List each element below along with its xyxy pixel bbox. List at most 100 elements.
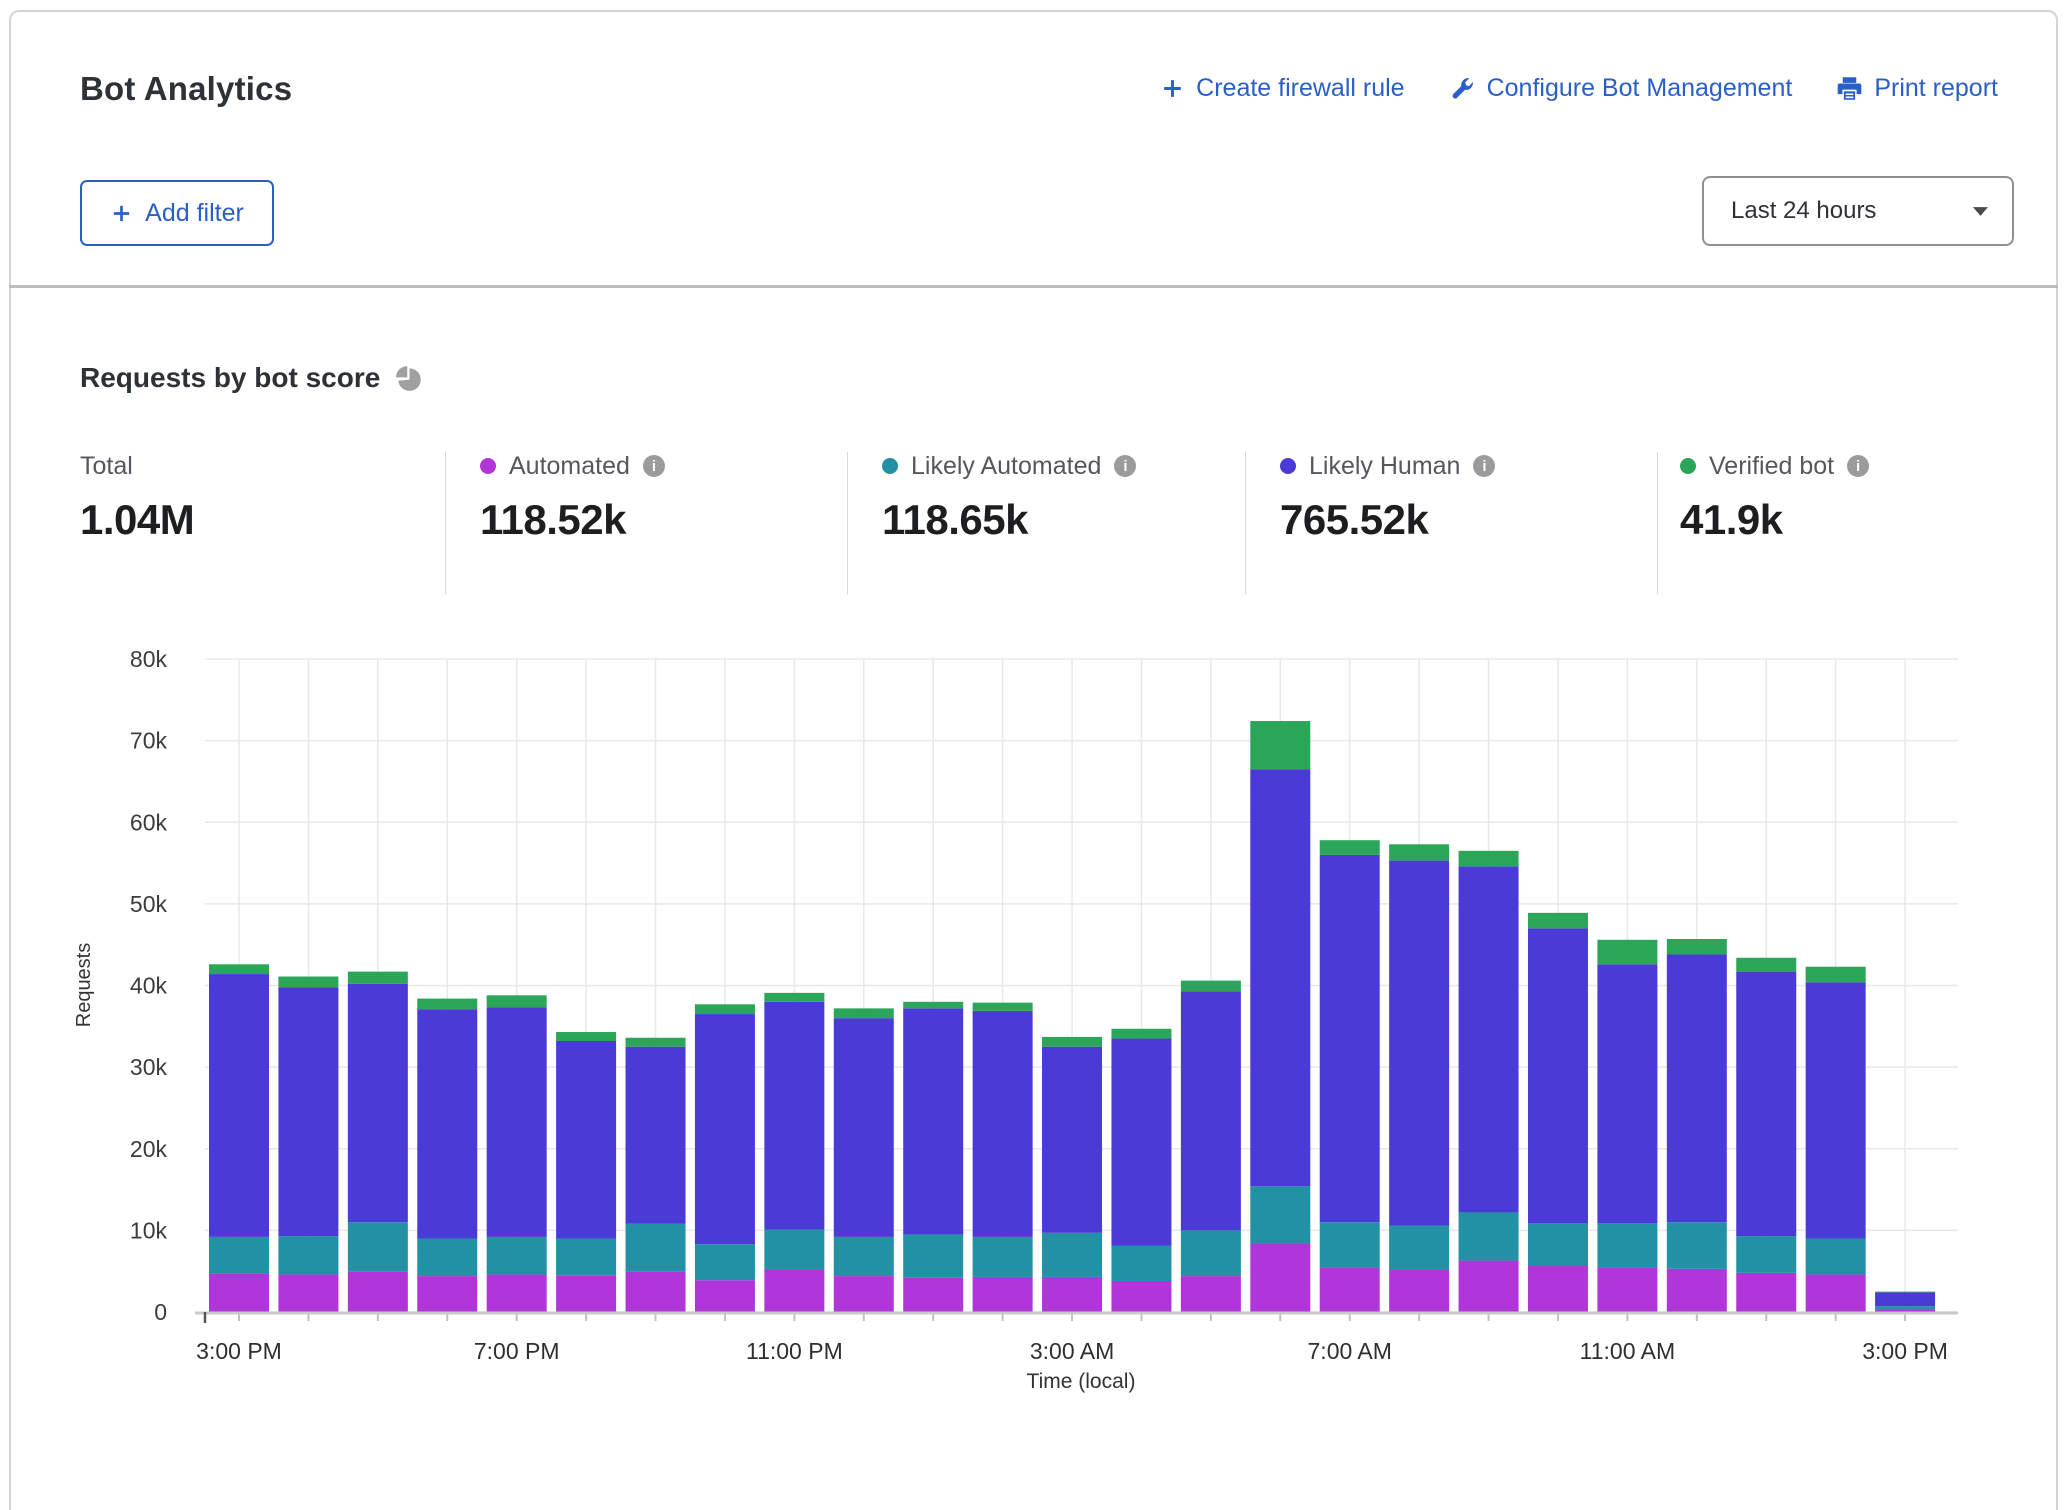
time-range-select[interactable]: Last 24 hours <box>1702 176 2014 246</box>
bar-segment-likely-human[interactable] <box>1875 1292 1935 1306</box>
bar-segment-automated[interactable] <box>417 1276 477 1312</box>
bar-segment-likely-human[interactable] <box>1459 866 1519 1212</box>
bar-segment-verified-bot[interactable] <box>764 993 824 1002</box>
bar-segment-likely-automated[interactable] <box>626 1224 686 1271</box>
bar-segment-likely-human[interactable] <box>1181 991 1241 1230</box>
bar-segment-likely-human[interactable] <box>973 1011 1033 1237</box>
info-icon[interactable]: i <box>643 455 665 477</box>
bar-segment-verified-bot[interactable] <box>348 972 408 984</box>
bar-segment-likely-human[interactable] <box>903 1008 963 1234</box>
bar-segment-verified-bot[interactable] <box>1042 1037 1102 1047</box>
bar-segment-automated[interactable] <box>1250 1243 1310 1312</box>
add-filter-button[interactable]: Add filter <box>80 180 274 246</box>
bar-segment-automated[interactable] <box>1667 1269 1727 1312</box>
bar-segment-likely-human[interactable] <box>1528 928 1588 1223</box>
bar-segment-likely-human[interactable] <box>626 1047 686 1224</box>
bar-segment-likely-automated[interactable] <box>764 1230 824 1270</box>
bar-segment-likely-automated[interactable] <box>695 1244 755 1280</box>
bar-segment-verified-bot[interactable] <box>903 1002 963 1009</box>
bar-segment-verified-bot[interactable] <box>1528 913 1588 929</box>
bar-segment-automated[interactable] <box>1320 1268 1380 1312</box>
bar-segment-verified-bot[interactable] <box>1250 721 1310 769</box>
bar-segment-automated[interactable] <box>1736 1273 1796 1312</box>
bar-segment-verified-bot[interactable] <box>1667 939 1727 955</box>
bar-segment-likely-human[interactable] <box>278 987 338 1236</box>
bar-segment-likely-automated[interactable] <box>556 1239 616 1276</box>
bar-segment-automated[interactable] <box>903 1278 963 1312</box>
bar-segment-verified-bot[interactable] <box>695 1004 755 1014</box>
bar-segment-likely-automated[interactable] <box>1181 1230 1241 1276</box>
bar-segment-likely-human[interactable] <box>1736 972 1796 1236</box>
bar-segment-likely-automated[interactable] <box>209 1237 269 1274</box>
bar-segment-likely-human[interactable] <box>764 1002 824 1230</box>
bar-segment-automated[interactable] <box>764 1270 824 1312</box>
bar-segment-automated[interactable] <box>1806 1274 1866 1312</box>
bar-segment-verified-bot[interactable] <box>487 995 547 1007</box>
bar-segment-automated[interactable] <box>556 1275 616 1312</box>
bar-segment-likely-automated[interactable] <box>1250 1186 1310 1243</box>
bar-segment-likely-automated[interactable] <box>1875 1306 1935 1309</box>
bar-segment-automated[interactable] <box>1597 1267 1657 1312</box>
bar-segment-likely-automated[interactable] <box>1528 1223 1588 1265</box>
info-icon[interactable]: i <box>1114 455 1136 477</box>
bar-segment-likely-automated[interactable] <box>1597 1223 1657 1267</box>
bar-segment-verified-bot[interactable] <box>1389 844 1449 860</box>
bar-segment-likely-human[interactable] <box>1320 855 1380 1222</box>
bar-segment-likely-automated[interactable] <box>1667 1222 1727 1269</box>
bar-segment-verified-bot[interactable] <box>1736 958 1796 972</box>
bar-segment-likely-human[interactable] <box>1250 769 1310 1186</box>
bar-segment-automated[interactable] <box>487 1274 547 1312</box>
bar-segment-likely-automated[interactable] <box>417 1239 477 1277</box>
bar-segment-likely-automated[interactable] <box>487 1237 547 1275</box>
bar-segment-automated[interactable] <box>695 1280 755 1312</box>
bar-segment-likely-automated[interactable] <box>348 1222 408 1271</box>
configure-bot-management-link[interactable]: Configure Bot Management <box>1449 74 1793 103</box>
bar-segment-likely-human[interactable] <box>834 1018 894 1237</box>
bar-segment-likely-automated[interactable] <box>278 1236 338 1274</box>
bar-segment-verified-bot[interactable] <box>1459 851 1519 867</box>
bar-segment-likely-automated[interactable] <box>1320 1222 1380 1268</box>
bar-segment-automated[interactable] <box>1389 1270 1449 1312</box>
bar-segment-likely-human[interactable] <box>556 1041 616 1239</box>
bar-segment-verified-bot[interactable] <box>834 1008 894 1018</box>
bar-segment-verified-bot[interactable] <box>1597 940 1657 964</box>
print-report-link[interactable]: Print report <box>1836 74 1998 103</box>
bar-segment-verified-bot[interactable] <box>973 1003 1033 1011</box>
bar-segment-likely-automated[interactable] <box>1111 1246 1171 1281</box>
bar-segment-automated[interactable] <box>834 1276 894 1312</box>
bar-segment-likely-human[interactable] <box>1389 861 1449 1226</box>
bar-segment-automated[interactable] <box>278 1274 338 1312</box>
bar-segment-verified-bot[interactable] <box>417 999 477 1010</box>
bar-segment-automated[interactable] <box>1181 1276 1241 1312</box>
bar-segment-verified-bot[interactable] <box>278 977 338 988</box>
bar-segment-likely-human[interactable] <box>1597 964 1657 1223</box>
bar-segment-likely-human[interactable] <box>1806 982 1866 1238</box>
bar-segment-verified-bot[interactable] <box>1111 1029 1171 1039</box>
bar-segment-likely-automated[interactable] <box>973 1237 1033 1277</box>
create-firewall-rule-link[interactable]: Create firewall rule <box>1160 74 1404 103</box>
bar-segment-verified-bot[interactable] <box>556 1032 616 1041</box>
bar-segment-verified-bot[interactable] <box>626 1038 686 1047</box>
bar-segment-likely-human[interactable] <box>209 974 269 1237</box>
bar-segment-automated[interactable] <box>209 1274 269 1312</box>
bar-segment-likely-automated[interactable] <box>1459 1212 1519 1260</box>
bar-segment-likely-automated[interactable] <box>834 1237 894 1276</box>
bar-segment-automated[interactable] <box>348 1271 408 1312</box>
bar-segment-automated[interactable] <box>626 1271 686 1312</box>
bar-segment-likely-human[interactable] <box>487 1008 547 1237</box>
bar-segment-automated[interactable] <box>1528 1265 1588 1312</box>
bar-segment-likely-human[interactable] <box>1042 1047 1102 1233</box>
bar-segment-verified-bot[interactable] <box>209 964 269 974</box>
bar-segment-automated[interactable] <box>973 1277 1033 1312</box>
bar-segment-likely-automated[interactable] <box>1389 1225 1449 1269</box>
bar-segment-verified-bot[interactable] <box>1875 1292 1935 1293</box>
bar-segment-automated[interactable] <box>1459 1261 1519 1312</box>
bar-segment-likely-human[interactable] <box>1111 1039 1171 1246</box>
bar-segment-automated[interactable] <box>1042 1277 1102 1312</box>
bar-segment-likely-automated[interactable] <box>903 1234 963 1277</box>
bar-segment-automated[interactable] <box>1111 1281 1171 1312</box>
bar-segment-verified-bot[interactable] <box>1806 967 1866 983</box>
bar-segment-likely-human[interactable] <box>695 1014 755 1244</box>
bar-segment-likely-automated[interactable] <box>1806 1239 1866 1275</box>
info-icon[interactable]: i <box>1847 455 1869 477</box>
